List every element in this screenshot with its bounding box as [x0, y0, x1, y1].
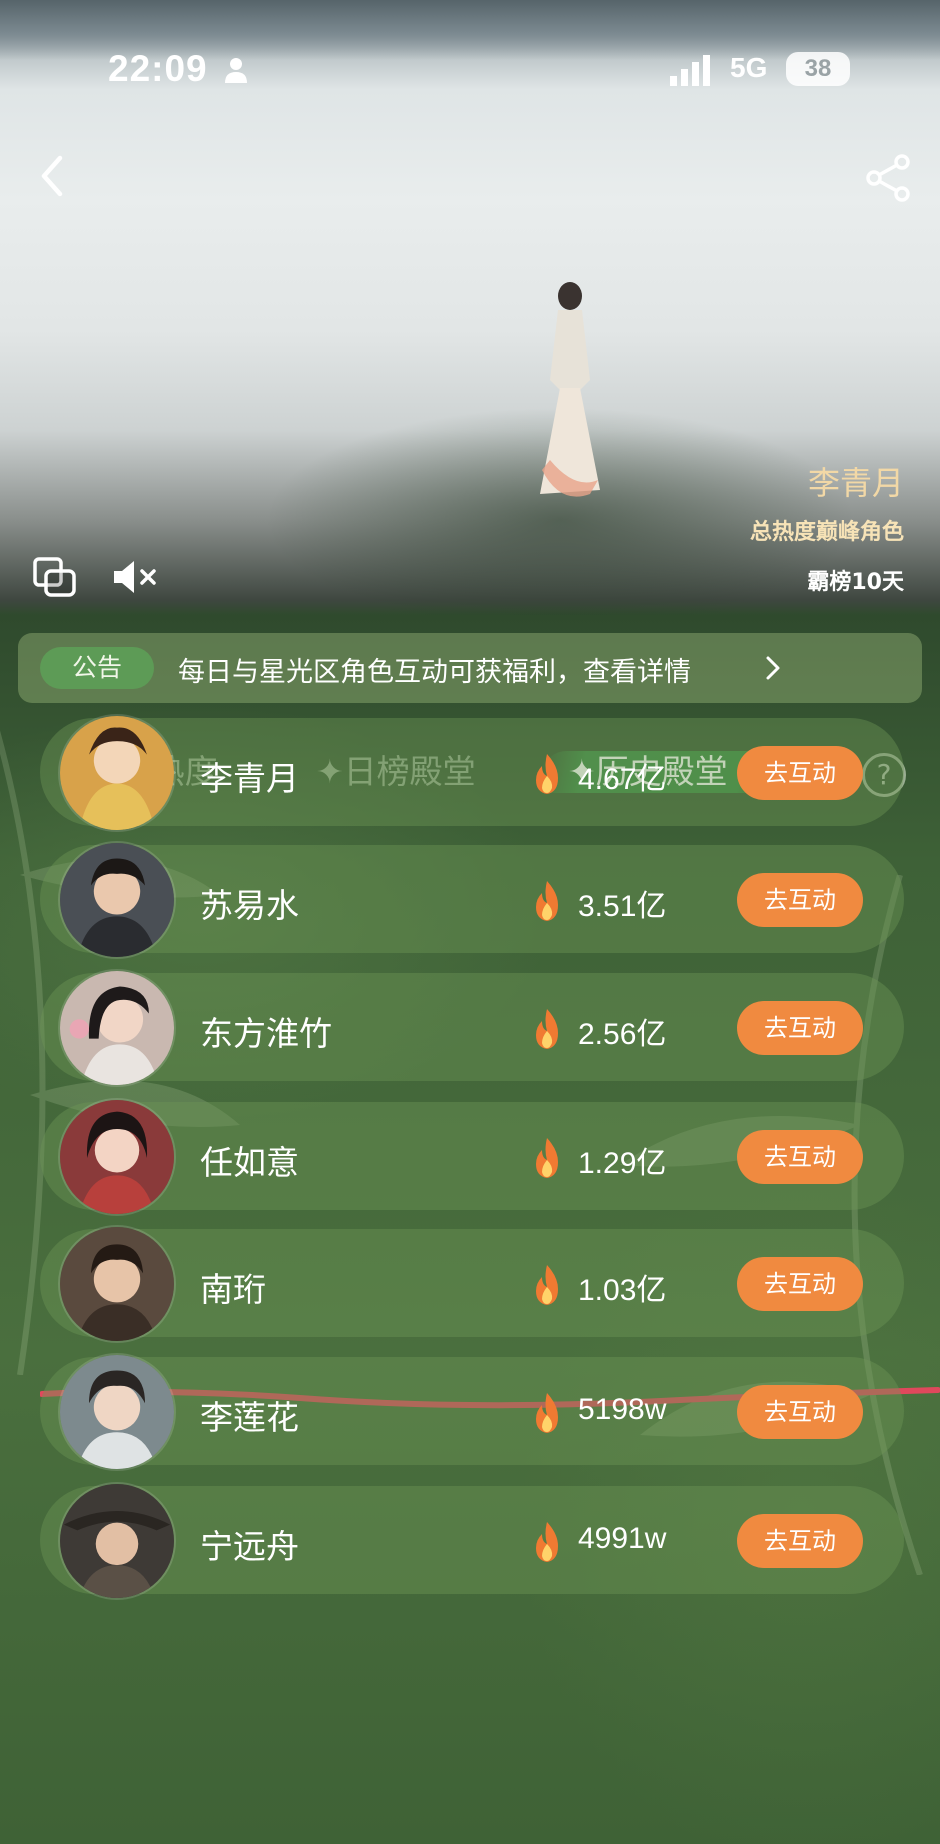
rank-row[interactable]: 东方淮竹 2.56亿 去互动	[40, 969, 904, 1087]
chevron-right-icon	[766, 656, 780, 680]
rank-row[interactable]: 宁远舟 4991w 去互动	[40, 1482, 904, 1600]
character-name: 苏易水	[200, 886, 299, 925]
flame-icon	[536, 1009, 558, 1049]
pip-icon[interactable]	[32, 556, 78, 598]
mute-icon[interactable]	[110, 556, 162, 598]
character-name: 东方淮竹	[200, 1014, 332, 1053]
interact-button[interactable]: 去互动	[737, 1257, 863, 1311]
network-type: 5G	[730, 52, 768, 83]
back-button[interactable]	[32, 152, 72, 200]
flame-icon	[536, 754, 558, 794]
rank-row[interactable]: 南珩 1.03亿 去互动	[40, 1225, 904, 1343]
hero-subtitle: 总热度巅峰角色	[749, 520, 904, 545]
avatar	[58, 1482, 176, 1600]
avatar	[58, 1098, 176, 1216]
heat-score: 2.56亿	[578, 1018, 667, 1051]
avatar	[58, 1353, 176, 1471]
interact-button[interactable]: 去互动	[737, 746, 863, 800]
rank-row[interactable]: 苏易水 3.51亿 去互动	[40, 841, 904, 959]
interact-button[interactable]: 去互动	[737, 1001, 863, 1055]
character-name: 李青月	[200, 759, 299, 798]
ranking-panel: 公告 每日与星光区角色互动可获福利，查看详情 ✦今日热度 ✦日榜殿堂 ✦历史殿堂…	[0, 615, 940, 1844]
heat-score: 3.51亿	[578, 890, 667, 923]
avatar	[58, 841, 176, 959]
battery-level: 38	[786, 52, 850, 86]
character-name: 任如意	[200, 1143, 299, 1182]
person-icon	[225, 58, 247, 83]
status-time: 22:09	[108, 48, 208, 89]
interact-button[interactable]: 去互动	[737, 1130, 863, 1184]
flame-icon	[536, 1393, 558, 1433]
heat-score: 4.67亿	[578, 763, 667, 796]
avatar	[58, 1225, 176, 1343]
video-frame-figure	[540, 282, 600, 497]
heat-score: 4991w	[578, 1522, 667, 1555]
announcement-text: 每日与星光区角色互动可获福利，查看详情	[178, 657, 691, 688]
flame-icon	[536, 1138, 558, 1178]
signal-icon	[670, 55, 710, 86]
interact-button[interactable]: 去互动	[737, 873, 863, 927]
character-name: 南珩	[200, 1270, 266, 1309]
announcement-tag: 公告	[40, 647, 154, 689]
rank-row[interactable]: 李莲花 5198w 去互动	[40, 1353, 904, 1471]
character-name: 李莲花	[200, 1398, 299, 1437]
hero-days-on-top: 霸榜10天	[807, 570, 904, 595]
video-player[interactable]: 22:09 5G 38 李青月 总热度巅峰角色 霸榜10天	[0, 0, 940, 615]
status-bar: 22:09 5G 38	[0, 46, 940, 96]
avatar	[58, 714, 176, 832]
heat-score: 5198w	[578, 1393, 667, 1426]
character-name: 宁远舟	[200, 1527, 299, 1566]
hero-character-name: 李青月	[807, 464, 904, 502]
interact-button[interactable]: 去互动	[737, 1385, 863, 1439]
announcement-banner[interactable]: 公告 每日与星光区角色互动可获福利，查看详情	[18, 633, 922, 703]
rank-row[interactable]: 任如意 1.29亿 去互动	[40, 1098, 904, 1216]
share-icon[interactable]	[862, 152, 914, 204]
flame-icon	[536, 1265, 558, 1305]
avatar	[58, 969, 176, 1087]
heat-score: 1.29亿	[578, 1147, 667, 1180]
interact-button[interactable]: 去互动	[737, 1514, 863, 1568]
flame-icon	[536, 1522, 558, 1562]
rank-row[interactable]: 李青月 4.67亿 去互动	[40, 714, 904, 832]
flame-icon	[536, 881, 558, 921]
heat-score: 1.03亿	[578, 1274, 667, 1307]
